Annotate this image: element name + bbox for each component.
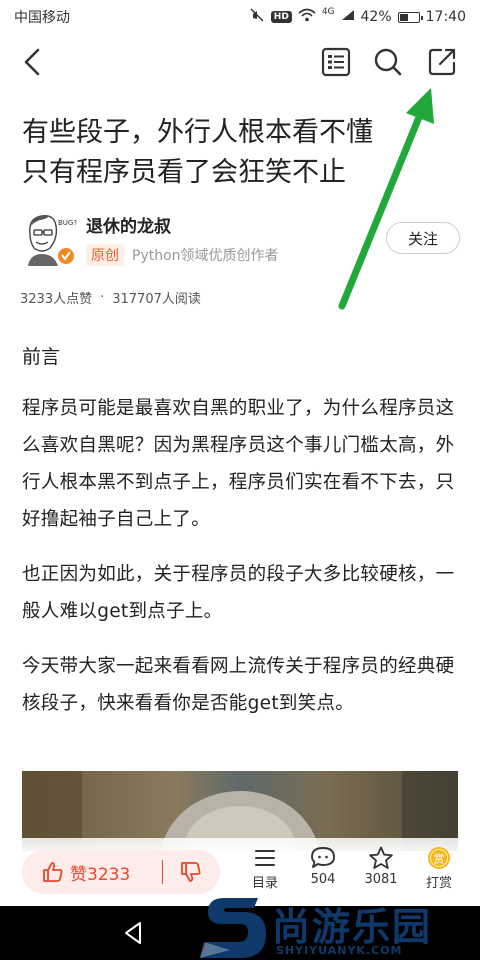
section-heading: 前言	[22, 346, 61, 368]
author-block: BUG? 退休的龙叔 原创 Python领域优质创作者 关注	[20, 208, 460, 272]
back-button[interactable]	[12, 42, 52, 82]
follow-button[interactable]: 关注	[386, 222, 460, 254]
carrier-label: 中国移动	[14, 10, 70, 26]
paragraph: 程序员可能是最喜欢自黑的职业了，为什么程序员这么喜欢自黑呢？因为黑程序员这个事儿…	[22, 398, 455, 530]
status-bar: 中国移动 HD 4G 42% 17:40	[0, 0, 480, 34]
signal-icon	[341, 9, 355, 25]
title-line: 只有程序员看了会狂笑不止	[22, 157, 346, 188]
toc-button[interactable]	[316, 42, 356, 82]
like-count: 3233人点赞	[20, 292, 93, 307]
status-icons: HD 4G 42% 17:40	[249, 7, 466, 27]
article-stats: 3233人点赞 · 317707人阅读	[20, 288, 201, 307]
reward-glyph: 赏	[434, 853, 445, 866]
avatar-icon: BUG?	[20, 208, 78, 266]
brand-url: SHYIYUANYK.COM	[276, 944, 403, 957]
paragraph: 今天带大家一起来看看网上流传关于程序员的经典硬核段子，快来看看你是否能get到笑…	[22, 656, 455, 714]
signal-tag: 4G	[321, 7, 335, 17]
avatar[interactable]: BUG?	[20, 208, 78, 266]
wifi-icon	[298, 8, 316, 26]
reward-coin-icon: 赏	[428, 847, 450, 869]
triangle-back-icon	[125, 922, 141, 944]
comments-tab[interactable]: 504	[298, 846, 348, 887]
menu-icon	[255, 850, 275, 866]
dislike-button[interactable]	[163, 850, 219, 894]
avatar-caption: BUG?	[58, 219, 77, 227]
top-nav	[0, 36, 480, 88]
read-count: 317707人阅读	[112, 292, 201, 307]
article-title: 有些段子，外行人根本看不懂 只有程序员看了会狂笑不止	[22, 113, 412, 193]
back-icon	[24, 48, 40, 76]
title-line: 有些段子，外行人根本看不懂	[22, 117, 373, 148]
like-pill: 赞3233	[22, 850, 220, 894]
favorite-tab[interactable]: 3081	[356, 846, 406, 887]
author-name[interactable]: 退休的龙叔	[86, 212, 171, 237]
search-button[interactable]	[368, 42, 408, 82]
favorite-count: 3081	[364, 872, 398, 887]
hd-badge: HD	[270, 11, 292, 23]
watermark: 尚游乐园 SHYIYUANYK.COM	[200, 892, 480, 960]
brand-name: 尚游乐园	[272, 905, 433, 949]
battery-icon	[397, 11, 423, 23]
reward-tab[interactable]: 赏 打赏	[414, 846, 464, 891]
comment-icon	[311, 847, 335, 868]
original-badge: 原创	[86, 244, 124, 266]
article-body: 前言 程序员可能是最喜欢自黑的职业了，为什么程序员这么喜欢自黑呢？因为黑程序员这…	[22, 340, 458, 740]
thumbs-down-icon	[181, 862, 201, 882]
mute-icon	[249, 7, 265, 27]
clock: 17:40	[425, 9, 466, 25]
toc-tab[interactable]: 目录	[240, 846, 290, 891]
toc-label: 目录	[251, 876, 278, 891]
comment-count: 504	[310, 872, 336, 887]
brand-logo-icon	[200, 898, 266, 958]
list-icon	[321, 47, 351, 77]
author-description: Python领域优质创作者	[132, 248, 279, 264]
stats-separator: ·	[100, 290, 105, 305]
nav-back-button[interactable]	[118, 918, 148, 948]
battery-percent: 42%	[360, 9, 392, 25]
share-icon	[428, 48, 456, 76]
like-button[interactable]: 赞3233	[22, 850, 162, 894]
paragraph: 也正因为如此，关于程序员的段子大多比较硬核，一般人难以get到点子上。	[22, 564, 455, 622]
search-icon	[374, 48, 402, 76]
share-button[interactable]	[422, 42, 462, 82]
reward-label: 打赏	[425, 876, 452, 891]
thumbs-up-icon	[43, 862, 63, 882]
star-icon	[369, 846, 393, 869]
like-label: 赞3233	[70, 864, 131, 885]
